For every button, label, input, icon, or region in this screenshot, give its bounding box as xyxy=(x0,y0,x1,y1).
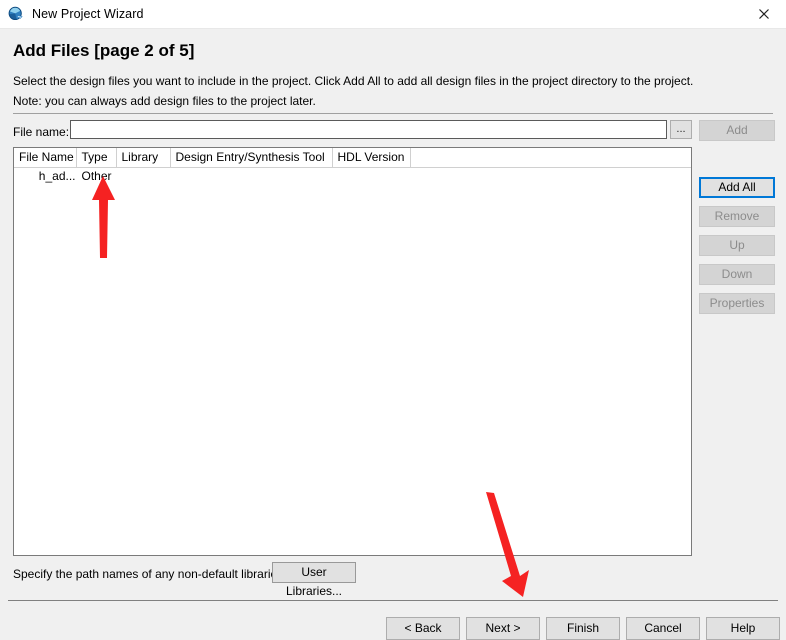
file-name-input[interactable] xyxy=(70,120,667,139)
column-header-file-name[interactable]: File Name xyxy=(14,148,77,168)
quartus-globe-icon xyxy=(8,6,24,22)
finish-button[interactable]: Finish xyxy=(546,617,620,640)
back-button[interactable]: < Back xyxy=(386,617,460,640)
page-title: Add Files [page 2 of 5] xyxy=(13,41,195,60)
cell-design-entry-synthesis-tool xyxy=(170,168,332,185)
down-button[interactable]: Down xyxy=(699,264,775,285)
remove-button[interactable]: Remove xyxy=(699,206,775,227)
column-header-design-entry-synthesis-tool[interactable]: Design Entry/Synthesis Tool xyxy=(170,148,333,168)
table-row[interactable]: h_ad... Other xyxy=(14,168,691,185)
wizard-page: Add Files [page 2 of 5] Select the desig… xyxy=(0,29,786,640)
cell-type: Other xyxy=(81,169,112,183)
add-all-button[interactable]: Add All xyxy=(699,177,775,198)
column-header-hdl-version[interactable]: HDL Version xyxy=(332,148,411,168)
up-button[interactable]: Up xyxy=(699,235,775,256)
cell-hdl-version xyxy=(332,168,410,185)
help-button[interactable]: Help xyxy=(706,617,780,640)
next-button[interactable]: Next > xyxy=(466,617,540,640)
page-description-line1: Select the design files you want to incl… xyxy=(13,74,694,88)
cancel-button[interactable]: Cancel xyxy=(626,617,700,640)
cell-file-name: h_ad... xyxy=(38,169,76,183)
file-table: File Name Type Library Design Entry/Synt… xyxy=(14,148,691,184)
cell-blank xyxy=(410,168,691,185)
page-description-line2: Note: you can always add design files to… xyxy=(13,94,316,108)
footer-divider xyxy=(8,600,778,601)
user-libraries-description: Specify the path names of any non-defaul… xyxy=(13,567,287,581)
add-button[interactable]: Add xyxy=(699,120,775,141)
window-titlebar: New Project Wizard xyxy=(0,0,786,29)
window-title: New Project Wizard xyxy=(32,7,144,21)
file-list-box[interactable]: File Name Type Library Design Entry/Synt… xyxy=(13,147,692,556)
close-icon[interactable] xyxy=(742,0,786,28)
properties-button[interactable]: Properties xyxy=(699,293,775,314)
browse-button[interactable]: ... xyxy=(670,120,692,139)
table-header-row: File Name Type Library Design Entry/Synt… xyxy=(14,148,691,168)
column-header-blank[interactable] xyxy=(410,148,691,168)
file-name-label: File name: xyxy=(13,125,70,139)
header-divider xyxy=(13,113,773,114)
cell-library xyxy=(116,168,170,185)
column-header-type[interactable]: Type xyxy=(76,148,117,168)
user-libraries-button[interactable]: User Libraries... xyxy=(272,562,356,598)
column-header-library[interactable]: Library xyxy=(116,148,171,168)
